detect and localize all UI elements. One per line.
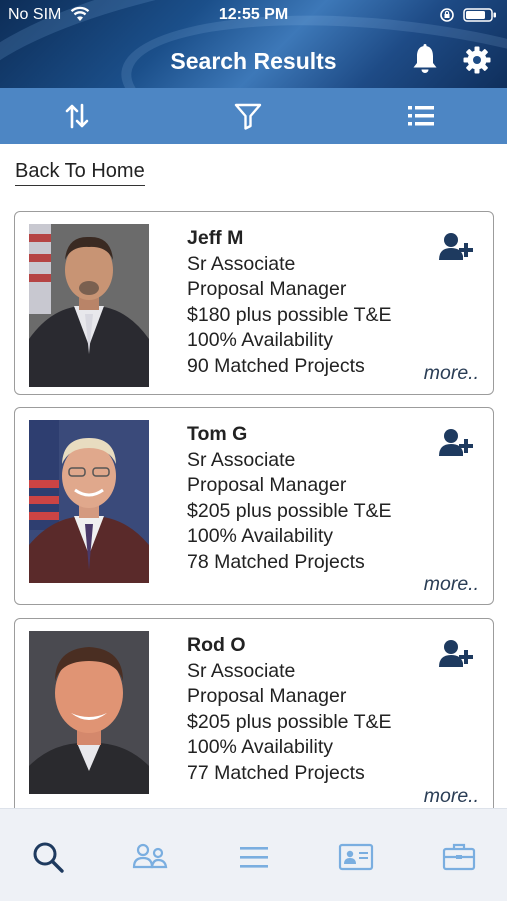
results-toolbar <box>0 88 507 144</box>
candidate-name: Rod O <box>187 634 246 656</box>
menu-icon[interactable] <box>236 839 272 875</box>
id-card-icon[interactable] <box>338 839 374 875</box>
candidate-availability: 100% Availability <box>187 525 333 547</box>
result-card[interactable]: Tom G Sr Associate Proposal Manager $205… <box>14 407 494 605</box>
candidate-role: Proposal Manager <box>187 278 347 300</box>
candidate-info: Jeff M Sr Associate Proposal Manager $18… <box>187 226 392 379</box>
bell-icon[interactable] <box>410 43 440 75</box>
candidate-name: Tom G <box>187 423 248 445</box>
more-link[interactable]: more.. <box>424 785 479 808</box>
candidate-matched-projects: 90 Matched Projects <box>187 354 365 377</box>
candidate-role: Proposal Manager <box>187 474 347 496</box>
search-icon[interactable] <box>30 839 66 875</box>
rotation-lock-icon <box>440 8 454 22</box>
result-card[interactable]: Jeff M Sr Associate Proposal Manager $18… <box>14 211 494 395</box>
profile-photo <box>29 420 149 583</box>
candidate-role: Proposal Manager <box>187 685 347 707</box>
candidate-matched-projects: 77 Matched Projects <box>187 761 365 784</box>
bottom-tab-bar <box>0 808 507 901</box>
sort-icon[interactable] <box>61 100 93 132</box>
candidate-availability: 100% Availability <box>187 736 333 758</box>
candidate-name: Jeff M <box>187 227 244 249</box>
status-time: 12:55 PM <box>218 6 289 23</box>
add-person-icon[interactable] <box>439 639 475 669</box>
back-to-home-link[interactable]: Back To Home <box>15 160 145 186</box>
app-header: No SIM 12:55 PM Search Results <box>0 0 507 88</box>
more-link[interactable]: more.. <box>424 573 479 596</box>
list-view-icon[interactable] <box>405 100 437 132</box>
people-icon[interactable] <box>132 839 168 875</box>
candidate-level: Sr Associate <box>187 659 296 682</box>
candidate-rate: $180 plus possible T&E <box>187 303 392 326</box>
filter-icon[interactable] <box>232 100 264 132</box>
status-bar: No SIM 12:55 PM <box>0 6 507 26</box>
gear-icon[interactable] <box>462 45 492 75</box>
profile-photo <box>29 224 149 387</box>
add-person-icon[interactable] <box>439 232 475 262</box>
candidate-info: Rod O Sr Associate Proposal Manager $205… <box>187 633 417 786</box>
more-link[interactable]: more.. <box>424 362 479 385</box>
candidate-rate: $205 plus possible T&E <box>187 710 392 733</box>
battery-icon <box>463 8 496 22</box>
add-person-icon[interactable] <box>439 428 475 458</box>
results-list[interactable]: Jeff M Sr Associate Proposal Manager $18… <box>0 208 507 808</box>
candidate-availability: 100% Availability <box>187 329 333 351</box>
profile-photo <box>29 631 149 794</box>
result-card[interactable]: Rod O Sr Associate Proposal Manager $205… <box>14 618 494 808</box>
briefcase-icon[interactable] <box>441 839 477 875</box>
candidate-info: Tom G Sr Associate Proposal Manager $205… <box>187 422 417 575</box>
candidate-matched-projects: 78 Matched Projects <box>187 550 365 573</box>
candidate-level: Sr Associate <box>187 448 296 471</box>
candidate-rate: $205 plus possible T&E <box>187 499 392 522</box>
candidate-level: Sr Associate <box>187 252 296 275</box>
